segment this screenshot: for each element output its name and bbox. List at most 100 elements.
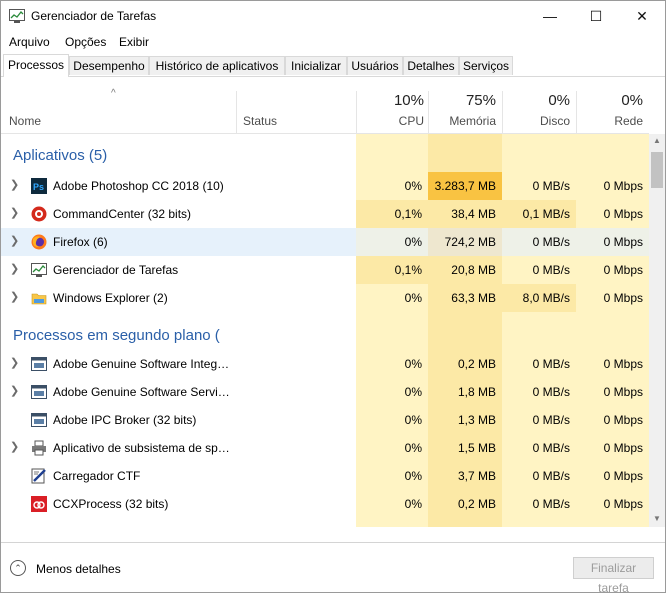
window-title: Gerenciador de Tarefas <box>31 9 157 23</box>
table-row[interactable]: ❯ Gerenciador de Tarefas 0,1% 20,8 MB 0 … <box>1 256 649 284</box>
cpu-value: 0% <box>404 469 422 483</box>
disk-value: 0 MB/s <box>532 179 570 193</box>
vertical-scrollbar[interactable]: ▲ ▼ <box>649 134 665 527</box>
table-row[interactable]: CCXProcess (32 bits) 0% 0,2 MB 0 MB/s 0 … <box>1 490 649 518</box>
cpu-value: 0% <box>404 179 422 193</box>
tab-processos[interactable]: Processos <box>3 54 69 77</box>
task-manager-window: Gerenciador de Tarefas — ☐ ✕ Arquivo Opç… <box>0 0 666 593</box>
firefox-icon <box>31 234 47 250</box>
column-name[interactable]: Nome <box>9 114 41 128</box>
expand-chevron-icon[interactable]: ❯ <box>10 356 19 369</box>
tab-inicializar[interactable]: Inicializar <box>285 56 347 75</box>
menu-exibir[interactable]: Exibir <box>119 35 149 49</box>
network-value: 0 Mbps <box>603 497 643 511</box>
scroll-up-icon[interactable]: ▲ <box>653 136 661 145</box>
disk-value: 0 MB/s <box>532 497 570 511</box>
photoshop-icon: Ps <box>31 178 47 194</box>
tab-desempenho[interactable]: Desempenho <box>69 56 149 75</box>
end-task-button[interactable]: Finalizar tarefa <box>573 557 654 592</box>
maximize-button[interactable]: ☐ <box>573 1 619 31</box>
process-name: Adobe Genuine Software Servic... <box>53 385 231 399</box>
scroll-down-icon[interactable]: ▼ <box>653 514 661 523</box>
disk-value: 0 MB/s <box>532 263 570 277</box>
app-window-icon <box>31 357 47 371</box>
minimize-button[interactable]: — <box>527 1 573 31</box>
disk-value: 8,0 MB/s <box>502 284 576 312</box>
process-name: Adobe Photoshop CC 2018 (10) <box>53 179 224 193</box>
menu-arquivo[interactable]: Arquivo <box>9 35 50 49</box>
disk-value: 0 MB/s <box>532 357 570 371</box>
column-status[interactable]: Status <box>243 114 277 128</box>
table-row[interactable]: ❯ Firefox (6) 0% 724,2 MB 0 MB/s 0 Mbps <box>1 228 649 256</box>
tab-usuarios[interactable]: Usuários <box>347 56 403 75</box>
expand-chevron-icon[interactable]: ❯ <box>10 384 19 397</box>
close-button[interactable]: ✕ <box>619 1 665 31</box>
title-bar[interactable]: Gerenciador de Tarefas — ☐ ✕ <box>1 1 665 31</box>
cpu-total[interactable]: 10% <box>356 92 424 109</box>
memory-value: 724,2 MB <box>428 228 502 256</box>
cpu-value: 0% <box>404 497 422 511</box>
memory-value: 1,8 MB <box>457 385 496 399</box>
table-row[interactable]: ❯ Adobe Genuine Software Integri... 0% 0… <box>1 350 649 378</box>
table-row[interactable]: ❯ Aplicativo de subsistema de spo... 0% … <box>1 434 649 462</box>
process-name: Adobe Genuine Software Integri... <box>53 357 231 371</box>
process-name: Windows Explorer (2) <box>53 291 168 305</box>
disk-value: 0 MB/s <box>532 441 570 455</box>
expand-chevron-icon[interactable]: ❯ <box>10 206 19 219</box>
memory-total[interactable]: 75% <box>428 92 496 109</box>
tab-servicos[interactable]: Serviços <box>459 56 513 75</box>
chevron-up-circle-icon[interactable]: ⌃ <box>10 560 26 576</box>
table-row[interactable]: ❯ Adobe Genuine Software Servic... 0% 1,… <box>1 378 649 406</box>
table-row[interactable]: ❯ Ps Adobe Photoshop CC 2018 (10) 0% 3.2… <box>1 172 649 200</box>
column-divider[interactable] <box>236 91 237 133</box>
network-value: 0 Mbps <box>603 207 643 221</box>
process-name: CommandCenter (32 bits) <box>53 207 192 221</box>
expand-chevron-icon[interactable]: ❯ <box>10 234 19 247</box>
cpu-value: 0% <box>404 441 422 455</box>
table-row[interactable]: ❯ CommandCenter (32 bits) 0,1% 38,4 MB 0… <box>1 200 649 228</box>
network-value: 0 Mbps <box>576 228 649 256</box>
menu-opcoes[interactable]: Opções <box>65 35 106 49</box>
folder-icon <box>31 293 47 305</box>
process-name: Adobe IPC Broker (32 bits) <box>53 413 197 427</box>
process-name: CCXProcess (32 bits) <box>53 497 169 511</box>
table-row[interactable]: Adobe IPC Broker (32 bits) 0% 1,3 MB 0 M… <box>1 406 649 434</box>
tab-detalhes[interactable]: Detalhes <box>403 56 459 75</box>
footer-bar: ⌃ Menos detalhes Finalizar tarefa <box>1 542 665 592</box>
memory-value: 1,3 MB <box>457 413 496 427</box>
column-network[interactable]: Rede <box>576 114 643 128</box>
expand-chevron-icon[interactable]: ❯ <box>10 290 19 303</box>
less-details-link[interactable]: Menos detalhes <box>36 562 121 576</box>
expand-chevron-icon[interactable]: ❯ <box>10 440 19 453</box>
cpu-value: 0% <box>404 291 422 305</box>
scrollbar-thumb[interactable] <box>651 152 663 188</box>
expand-chevron-icon[interactable]: ❯ <box>10 178 19 191</box>
process-name: Gerenciador de Tarefas <box>53 263 179 277</box>
cpu-value: 0,1% <box>356 200 428 228</box>
expand-chevron-icon[interactable]: ❯ <box>10 262 19 275</box>
column-header: ^ Nome Status 10% CPU 75% Memória 0% Dis… <box>1 77 649 134</box>
network-value: 0 Mbps <box>603 469 643 483</box>
network-value: 0 Mbps <box>603 413 643 427</box>
group-apps: Aplicativos (5) <box>1 134 649 176</box>
disk-value: 0 MB/s <box>502 228 576 256</box>
disk-value: 0 MB/s <box>532 385 570 399</box>
disk-total[interactable]: 0% <box>502 92 570 109</box>
menu-bar: Arquivo Opções Exibir <box>1 31 665 53</box>
network-value: 0 Mbps <box>603 441 643 455</box>
disk-value: 0 MB/s <box>532 469 570 483</box>
tab-historico[interactable]: Histórico de aplicativos <box>149 56 285 75</box>
memory-value: 63,3 MB <box>451 291 496 305</box>
cpu-value: 0% <box>356 228 428 256</box>
process-name: Carregador CTF <box>53 469 141 483</box>
network-total[interactable]: 0% <box>576 92 643 109</box>
column-disk[interactable]: Disco <box>502 114 570 128</box>
column-cpu[interactable]: CPU <box>356 114 424 128</box>
table-row[interactable]: Carregador CTF 0% 3,7 MB 0 MB/s 0 Mbps <box>1 462 649 490</box>
column-memory[interactable]: Memória <box>428 114 496 128</box>
network-value: 0 Mbps <box>603 291 643 305</box>
table-row[interactable]: ❯ Windows Explorer (2) 0% 63,3 MB 8,0 MB… <box>1 284 649 312</box>
task-manager-icon <box>9 9 25 23</box>
disk-value: 0 MB/s <box>532 413 570 427</box>
process-name: Aplicativo de subsistema de spo... <box>53 441 231 455</box>
